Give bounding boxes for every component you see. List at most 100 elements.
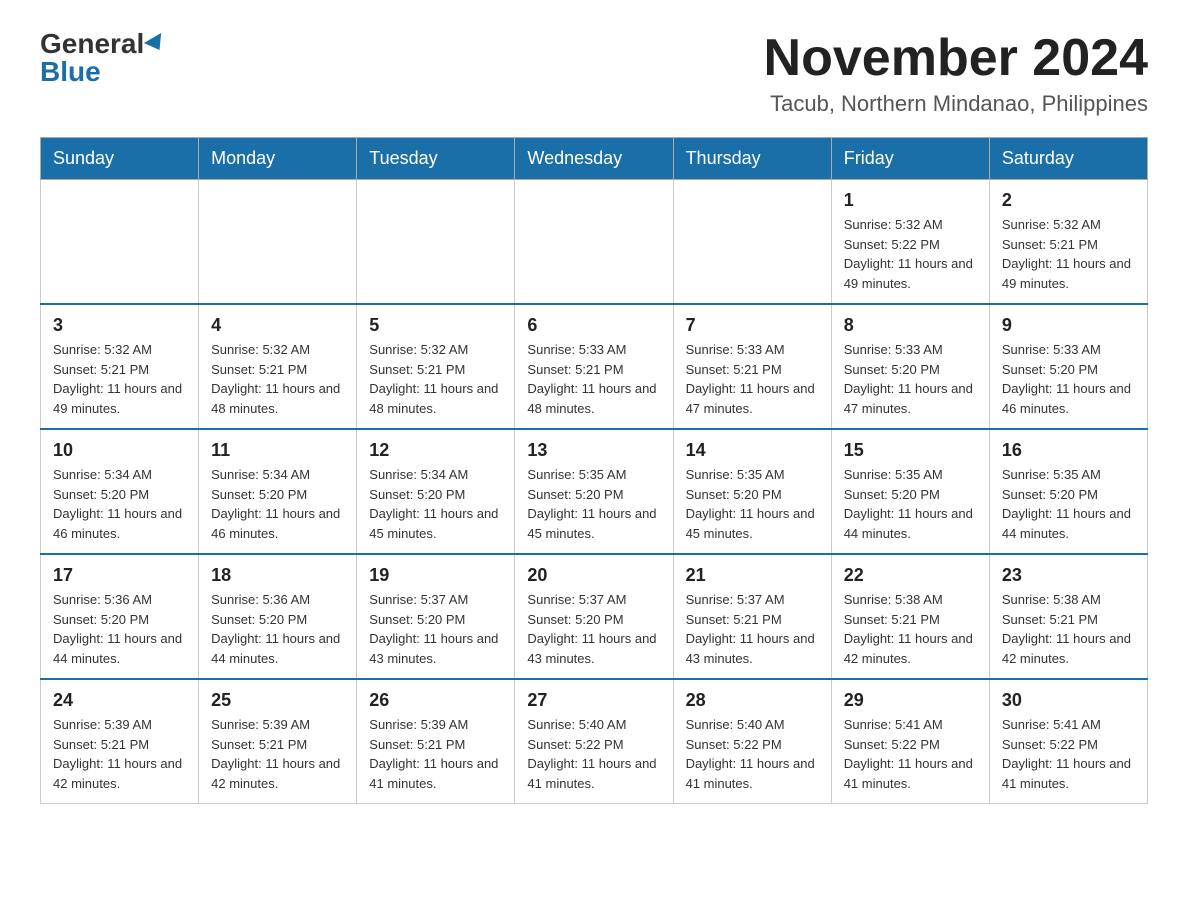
day-number: 17 <box>53 565 186 586</box>
calendar-day-header: Saturday <box>989 138 1147 180</box>
logo-blue-text: Blue <box>40 58 101 86</box>
day-info: Sunrise: 5:41 AMSunset: 5:22 PMDaylight:… <box>844 715 977 793</box>
day-info: Sunrise: 5:35 AMSunset: 5:20 PMDaylight:… <box>844 465 977 543</box>
day-number: 3 <box>53 315 186 336</box>
calendar-cell <box>515 180 673 305</box>
day-number: 27 <box>527 690 660 711</box>
calendar-day-header: Friday <box>831 138 989 180</box>
day-info: Sunrise: 5:38 AMSunset: 5:21 PMDaylight:… <box>844 590 977 668</box>
day-info: Sunrise: 5:37 AMSunset: 5:20 PMDaylight:… <box>369 590 502 668</box>
logo: General Blue <box>40 30 166 86</box>
day-number: 7 <box>686 315 819 336</box>
day-info: Sunrise: 5:35 AMSunset: 5:20 PMDaylight:… <box>1002 465 1135 543</box>
calendar-cell: 14 Sunrise: 5:35 AMSunset: 5:20 PMDayligh… <box>673 429 831 554</box>
day-info: Sunrise: 5:35 AMSunset: 5:20 PMDaylight:… <box>686 465 819 543</box>
calendar-cell: 8Sunrise: 5:33 AMSunset: 5:20 PMDaylight… <box>831 304 989 429</box>
calendar-cell: 16Sunrise: 5:35 AMSunset: 5:20 PMDayligh… <box>989 429 1147 554</box>
day-number: 14 <box>686 440 819 461</box>
day-number: 21 <box>686 565 819 586</box>
day-info: Sunrise: 5:32 AMSunset: 5:22 PMDaylight:… <box>844 215 977 293</box>
day-info: Sunrise: 5:41 AMSunset: 5:22 PMDaylight:… <box>1002 715 1135 793</box>
day-info: Sunrise: 5:39 AMSunset: 5:21 PMDaylight:… <box>53 715 186 793</box>
day-number: 25 <box>211 690 344 711</box>
day-number: 2 <box>1002 190 1135 211</box>
day-info: Sunrise: 5:32 AMSunset: 5:21 PMDaylight:… <box>1002 215 1135 293</box>
calendar-cell: 7 Sunrise: 5:33 AMSunset: 5:21 PMDaylight… <box>673 304 831 429</box>
day-info: Sunrise: 5:32 AMSunset: 5:21 PMDaylight:… <box>211 340 344 418</box>
calendar-cell: 12 Sunrise: 5:34 AMSunset: 5:20 PMDayligh… <box>357 429 515 554</box>
calendar-cell <box>673 180 831 305</box>
day-number: 30 <box>1002 690 1135 711</box>
day-info: Sunrise: 5:34 AMSunset: 5:20 PMDaylight:… <box>369 465 502 543</box>
day-info: Sunrise: 5:38 AMSunset: 5:21 PMDaylight:… <box>1002 590 1135 668</box>
day-info: Sunrise: 5:34 AMSunset: 5:20 PMDaylight:… <box>211 465 344 543</box>
calendar-cell: 17 Sunrise: 5:36 AMSunset: 5:20 PMDayligh… <box>41 554 199 679</box>
calendar-cell: 29Sunrise: 5:41 AMSunset: 5:22 PMDayligh… <box>831 679 989 804</box>
calendar-cell: 19 Sunrise: 5:37 AMSunset: 5:20 PMDayligh… <box>357 554 515 679</box>
day-info: Sunrise: 5:40 AMSunset: 5:22 PMDaylight:… <box>527 715 660 793</box>
calendar-cell: 5Sunrise: 5:32 AMSunset: 5:21 PMDaylight… <box>357 304 515 429</box>
location-title: Tacub, Northern Mindanao, Philippines <box>764 91 1148 117</box>
calendar-week-row: 1 Sunrise: 5:32 AMSunset: 5:22 PMDaylight… <box>41 180 1148 305</box>
day-number: 1 <box>844 190 977 211</box>
day-info: Sunrise: 5:33 AMSunset: 5:21 PMDaylight:… <box>527 340 660 418</box>
day-info: Sunrise: 5:33 AMSunset: 5:21 PMDaylight:… <box>686 340 819 418</box>
title-section: November 2024 Tacub, Northern Mindanao, … <box>764 30 1148 117</box>
calendar-cell: 6 Sunrise: 5:33 AMSunset: 5:21 PMDaylight… <box>515 304 673 429</box>
logo-triangle-icon <box>144 33 168 55</box>
day-number: 24 <box>53 690 186 711</box>
day-info: Sunrise: 5:39 AMSunset: 5:21 PMDaylight:… <box>211 715 344 793</box>
calendar-table: SundayMondayTuesdayWednesdayThursdayFrid… <box>40 137 1148 804</box>
calendar-cell: 10 Sunrise: 5:34 AMSunset: 5:20 PMDayligh… <box>41 429 199 554</box>
day-info: Sunrise: 5:36 AMSunset: 5:20 PMDaylight:… <box>211 590 344 668</box>
calendar-cell: 27 Sunrise: 5:40 AMSunset: 5:22 PMDayligh… <box>515 679 673 804</box>
day-number: 13 <box>527 440 660 461</box>
day-info: Sunrise: 5:34 AMSunset: 5:20 PMDaylight:… <box>53 465 186 543</box>
day-number: 11 <box>211 440 344 461</box>
calendar-week-row: 17 Sunrise: 5:36 AMSunset: 5:20 PMDayligh… <box>41 554 1148 679</box>
page-header: General Blue November 2024 Tacub, Northe… <box>40 30 1148 117</box>
calendar-cell: 18 Sunrise: 5:36 AMSunset: 5:20 PMDayligh… <box>199 554 357 679</box>
calendar-cell <box>357 180 515 305</box>
calendar-day-header: Sunday <box>41 138 199 180</box>
calendar-cell: 23Sunrise: 5:38 AMSunset: 5:21 PMDayligh… <box>989 554 1147 679</box>
calendar-cell <box>199 180 357 305</box>
day-info: Sunrise: 5:40 AMSunset: 5:22 PMDaylight:… <box>686 715 819 793</box>
day-number: 9 <box>1002 315 1135 336</box>
day-number: 12 <box>369 440 502 461</box>
calendar-cell: 24 Sunrise: 5:39 AMSunset: 5:21 PMDayligh… <box>41 679 199 804</box>
day-info: Sunrise: 5:37 AMSunset: 5:21 PMDaylight:… <box>686 590 819 668</box>
calendar-cell: 22 Sunrise: 5:38 AMSunset: 5:21 PMDayligh… <box>831 554 989 679</box>
calendar-cell: 11 Sunrise: 5:34 AMSunset: 5:20 PMDayligh… <box>199 429 357 554</box>
calendar-day-header: Monday <box>199 138 357 180</box>
day-info: Sunrise: 5:39 AMSunset: 5:21 PMDaylight:… <box>369 715 502 793</box>
day-info: Sunrise: 5:33 AMSunset: 5:20 PMDaylight:… <box>1002 340 1135 418</box>
day-number: 19 <box>369 565 502 586</box>
day-number: 22 <box>844 565 977 586</box>
calendar-cell: 9 Sunrise: 5:33 AMSunset: 5:20 PMDaylight… <box>989 304 1147 429</box>
day-info: Sunrise: 5:35 AMSunset: 5:20 PMDaylight:… <box>527 465 660 543</box>
day-number: 6 <box>527 315 660 336</box>
calendar-cell: 25 Sunrise: 5:39 AMSunset: 5:21 PMDayligh… <box>199 679 357 804</box>
day-number: 20 <box>527 565 660 586</box>
month-title: November 2024 <box>764 30 1148 87</box>
calendar-cell: 26Sunrise: 5:39 AMSunset: 5:21 PMDayligh… <box>357 679 515 804</box>
calendar-week-row: 10 Sunrise: 5:34 AMSunset: 5:20 PMDayligh… <box>41 429 1148 554</box>
day-info: Sunrise: 5:32 AMSunset: 5:21 PMDaylight:… <box>369 340 502 418</box>
calendar-cell: 15Sunrise: 5:35 AMSunset: 5:20 PMDayligh… <box>831 429 989 554</box>
calendar-cell: 4 Sunrise: 5:32 AMSunset: 5:21 PMDaylight… <box>199 304 357 429</box>
day-number: 10 <box>53 440 186 461</box>
calendar-day-header: Wednesday <box>515 138 673 180</box>
calendar-day-header: Tuesday <box>357 138 515 180</box>
calendar-cell: 3Sunrise: 5:32 AMSunset: 5:21 PMDaylight… <box>41 304 199 429</box>
day-number: 18 <box>211 565 344 586</box>
calendar-header-row: SundayMondayTuesdayWednesdayThursdayFrid… <box>41 138 1148 180</box>
calendar-week-row: 24 Sunrise: 5:39 AMSunset: 5:21 PMDayligh… <box>41 679 1148 804</box>
logo-general-text: General <box>40 30 144 58</box>
day-info: Sunrise: 5:36 AMSunset: 5:20 PMDaylight:… <box>53 590 186 668</box>
calendar-cell <box>41 180 199 305</box>
day-info: Sunrise: 5:37 AMSunset: 5:20 PMDaylight:… <box>527 590 660 668</box>
calendar-cell: 21 Sunrise: 5:37 AMSunset: 5:21 PMDayligh… <box>673 554 831 679</box>
calendar-cell: 30 Sunrise: 5:41 AMSunset: 5:22 PMDayligh… <box>989 679 1147 804</box>
day-number: 4 <box>211 315 344 336</box>
